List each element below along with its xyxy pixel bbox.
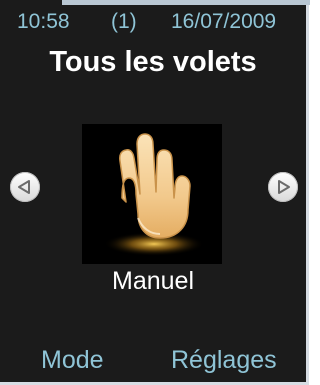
mode-label: Manuel <box>112 267 194 295</box>
triangle-left-icon <box>18 180 30 194</box>
status-date: 16/07/2009 <box>171 10 277 33</box>
mode-softkey[interactable]: Mode <box>41 345 104 375</box>
device-screen: 10:58 (1) 16/07/2009 Tous les volets Man… <box>0 0 310 385</box>
page-title: Tous les volets <box>49 46 257 78</box>
status-time: 10:58 <box>17 10 70 33</box>
status-count: (1) <box>111 10 137 33</box>
next-button[interactable] <box>268 172 298 202</box>
top-frame-strip <box>62 0 310 5</box>
mode-image[interactable] <box>82 124 222 264</box>
previous-button[interactable] <box>10 172 40 202</box>
hand-icon <box>104 133 204 256</box>
settings-softkey[interactable]: Réglages <box>171 345 277 375</box>
triangle-right-icon <box>278 180 290 194</box>
